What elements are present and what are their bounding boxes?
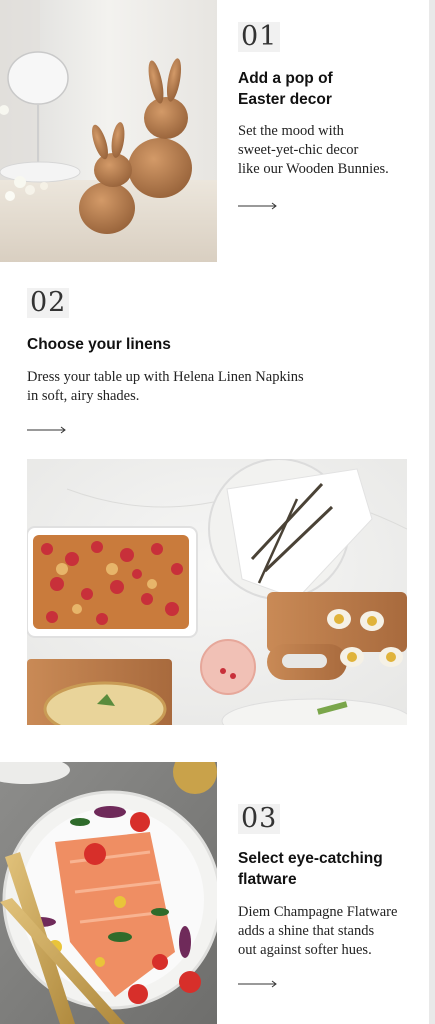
section-03-body-line2: adds a shine that stands — [238, 923, 375, 939]
section-03-arrow-link[interactable] — [238, 979, 278, 989]
section-03-description: Diem Champagne Flatware adds a shine tha… — [238, 903, 430, 960]
section-01-title: Add a pop of Easter decor — [238, 68, 428, 110]
section-02-title: Choose your linens — [27, 336, 171, 353]
section-03-title-line1: Select eye-catching — [238, 850, 383, 867]
section-02-number: 02 — [27, 288, 70, 318]
arrow-right-icon — [27, 426, 66, 434]
section-03-title-line2: flatware — [238, 871, 297, 888]
section-02-arrow-link[interactable] — [27, 425, 67, 435]
section-01-image[interactable] — [0, 0, 217, 262]
section-01-body-line1: Set the mood with — [238, 123, 344, 139]
arrow-right-icon — [238, 980, 277, 988]
section-01-number: 01 — [238, 22, 281, 52]
section-01-body-line3: like our Wooden Bunnies. — [238, 161, 389, 177]
table-setting-image — [27, 459, 407, 725]
section-01-description: Set the mood with sweet-yet-chic decor l… — [238, 122, 430, 179]
section-01-title-line2: Easter decor — [238, 91, 332, 108]
section-03-image[interactable] — [0, 762, 217, 1024]
section-01-title-line1: Add a pop of — [238, 70, 333, 87]
salmon-plate-image — [0, 762, 217, 1024]
section-02-body-line2: in soft, airy shades. — [27, 388, 140, 404]
section-02-image[interactable] — [27, 459, 407, 725]
section-03-body-line3: out against softer hues. — [238, 942, 372, 958]
section-03-body-line1: Diem Champagne Flatware — [238, 904, 398, 920]
section-03-title: Select eye-catching flatware — [238, 848, 428, 890]
section-01-body-line2: sweet-yet-chic decor — [238, 142, 359, 158]
page-edge-strip — [429, 0, 435, 1024]
section-01-arrow-link[interactable] — [238, 201, 278, 211]
section-02-body-line1: Dress your table up with Helena Linen Na… — [27, 369, 304, 385]
section-03-number: 03 — [238, 804, 281, 834]
section-02-description: Dress your table up with Helena Linen Na… — [27, 368, 417, 406]
arrow-right-icon — [238, 202, 277, 210]
wooden-bunnies-image — [0, 0, 217, 262]
